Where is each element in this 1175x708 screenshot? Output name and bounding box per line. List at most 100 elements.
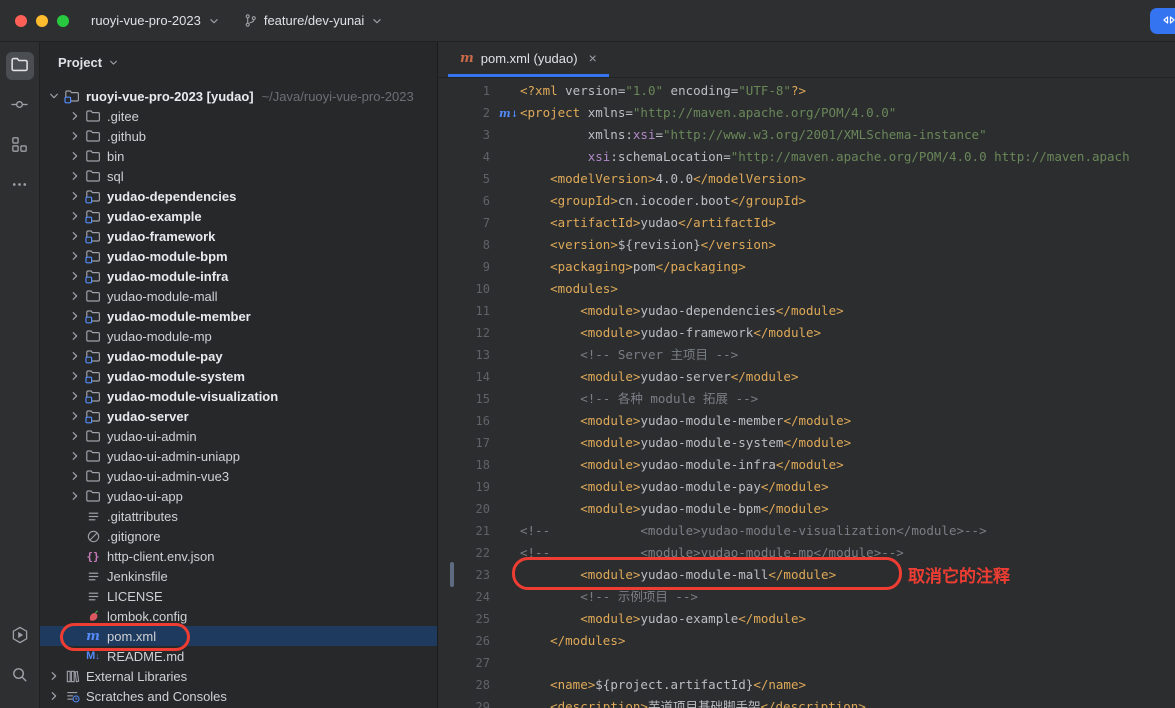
code-line-18[interactable]: 18 <module>yudao-module-infra</module>	[438, 454, 1175, 476]
code-line-13[interactable]: 13 <!-- Server 主项目 -->	[438, 344, 1175, 366]
more-tool-button[interactable]	[6, 172, 34, 200]
tree-item-pom-xml[interactable]: mpom.xml	[40, 626, 437, 646]
code-line-26[interactable]: 26 </modules>	[438, 630, 1175, 652]
code-line-28[interactable]: 28 <name>${project.artifactId}</name>	[438, 674, 1175, 696]
tree-item-yudao-example[interactable]: yudao-example	[40, 206, 437, 226]
line-number: 19	[438, 476, 490, 498]
code-line-19[interactable]: 19 <module>yudao-module-pay</module>	[438, 476, 1175, 498]
code-line-3[interactable]: 3 xmlns:xsi="http://www.w3.org/2001/XMLS…	[438, 124, 1175, 146]
search-tool-button[interactable]	[6, 662, 34, 690]
code-line-6[interactable]: 6 <groupId>cn.iocoder.boot</groupId>	[438, 190, 1175, 212]
file-lines-icon	[85, 568, 101, 584]
code-area[interactable]: 1<?xml version="1.0" encoding="UTF-8"?>2…	[438, 78, 1175, 708]
gutter	[490, 80, 520, 102]
tree-item-readme-md[interactable]: M↓README.md	[40, 646, 437, 666]
tree-item-github[interactable]: .github	[40, 126, 437, 146]
git-branch-icon	[243, 13, 258, 28]
code-line-29[interactable]: 29 <description>芋道项目基础脚手架</description>	[438, 696, 1175, 708]
code-line-20[interactable]: 20 <module>yudao-module-bpm</module>	[438, 498, 1175, 520]
tree-item-yudao-module-mall[interactable]: yudao-module-mall	[40, 286, 437, 306]
tree-item-label: yudao-example	[107, 209, 202, 224]
tree-item-external-libraries[interactable]: External Libraries	[40, 666, 437, 686]
tree-item-yudao-server[interactable]: yudao-server	[40, 406, 437, 426]
tree-item-ruoyi-vue-pro-2023-yudao[interactable]: ruoyi-vue-pro-2023 [yudao]~/Java/ruoyi-v…	[40, 86, 437, 106]
close-tab-icon[interactable]: ×	[589, 50, 597, 66]
tree-item-yudao-dependencies[interactable]: yudao-dependencies	[40, 186, 437, 206]
titlebar: ruoyi-vue-pro-2023 feature/dev-yunai	[0, 0, 1175, 42]
code-line-2[interactable]: 2m↓<project xmlns="http://maven.apache.o…	[438, 102, 1175, 124]
code-line-4[interactable]: 4 xsi:schemaLocation="http://maven.apach…	[438, 146, 1175, 168]
line-number: 3	[438, 124, 490, 146]
chevron-right-icon	[67, 188, 83, 204]
project-folder-tool-button[interactable]	[6, 52, 34, 80]
chevron-right-icon	[67, 468, 83, 484]
chevron-right-icon	[67, 228, 83, 244]
tree-item-yudao-ui-app[interactable]: yudao-ui-app	[40, 486, 437, 506]
module-folder-icon	[85, 188, 101, 204]
code-line-9[interactable]: 9 <packaging>pom</packaging>	[438, 256, 1175, 278]
gutter	[490, 454, 520, 476]
code-line-12[interactable]: 12 <module>yudao-framework</module>	[438, 322, 1175, 344]
tree-item-label: sql	[107, 169, 124, 184]
project-panel-header[interactable]: Project	[40, 42, 437, 82]
project-selector[interactable]: ruoyi-vue-pro-2023	[91, 13, 221, 28]
fullscreen-window-button[interactable]	[57, 15, 69, 27]
tree-item-yudao-module-bpm[interactable]: yudao-module-bpm	[40, 246, 437, 266]
code-line-23[interactable]: 23 <module>yudao-module-mall</module>	[438, 564, 1175, 586]
commit-tool-button[interactable]	[6, 92, 34, 120]
code-line-16[interactable]: 16 <module>yudao-module-member</module>	[438, 410, 1175, 432]
code-line-24[interactable]: 24 <!-- 示例项目 -->	[438, 586, 1175, 608]
editor-tab-pom-xml[interactable]: m pom.xml (yudao) ×	[448, 42, 609, 77]
minimize-window-button[interactable]	[36, 15, 48, 27]
tree-item-jenkinsfile[interactable]: Jenkinsfile	[40, 566, 437, 586]
run-tool-button[interactable]	[6, 622, 34, 650]
tree-item-yudao-ui-admin-uniapp[interactable]: yudao-ui-admin-uniapp	[40, 446, 437, 466]
tree-item-gitignore[interactable]: .gitignore	[40, 526, 437, 546]
code-line-21[interactable]: 21<!-- <module>yudao-module-visualizatio…	[438, 520, 1175, 542]
gutter	[490, 476, 520, 498]
branch-selector[interactable]: feature/dev-yunai	[243, 13, 384, 28]
code-line-27[interactable]: 27	[438, 652, 1175, 674]
code-with-me-button[interactable]	[1150, 8, 1175, 34]
code-line-15[interactable]: 15 <!-- 各种 module 拓展 -->	[438, 388, 1175, 410]
tree-item-sql[interactable]: sql	[40, 166, 437, 186]
tree-item-lombok-config[interactable]: lombok.config	[40, 606, 437, 626]
tree-item-scratches-and-consoles[interactable]: Scratches and Consoles	[40, 686, 437, 706]
chevron-right-icon	[67, 488, 83, 504]
tree-item-yudao-module-member[interactable]: yudao-module-member	[40, 306, 437, 326]
tree-item-label: yudao-module-mp	[107, 329, 212, 344]
tree-item-yudao-module-mp[interactable]: yudao-module-mp	[40, 326, 437, 346]
line-number: 16	[438, 410, 490, 432]
code-line-14[interactable]: 14 <module>yudao-server</module>	[438, 366, 1175, 388]
tree-item-http-client-env-json[interactable]: {}http-client.env.json	[40, 546, 437, 566]
code-line-22[interactable]: 22<!-- <module>yudao-module-mp</module>-…	[438, 542, 1175, 564]
structure-tool-button[interactable]	[6, 132, 34, 160]
tree-item-yudao-ui-admin[interactable]: yudao-ui-admin	[40, 426, 437, 446]
line-number: 5	[438, 168, 490, 190]
tree-item-yudao-module-pay[interactable]: yudao-module-pay	[40, 346, 437, 366]
close-window-button[interactable]	[15, 15, 27, 27]
code-line-7[interactable]: 7 <artifactId>yudao</artifactId>	[438, 212, 1175, 234]
gutter	[490, 300, 520, 322]
code-line-25[interactable]: 25 <module>yudao-example</module>	[438, 608, 1175, 630]
tree-item-gitattributes[interactable]: .gitattributes	[40, 506, 437, 526]
code-line-1[interactable]: 1<?xml version="1.0" encoding="UTF-8"?>	[438, 80, 1175, 102]
module-folder-icon	[85, 228, 101, 244]
code-line-17[interactable]: 17 <module>yudao-module-system</module>	[438, 432, 1175, 454]
code-line-8[interactable]: 8 <version>${revision}</version>	[438, 234, 1175, 256]
tree-item-yudao-module-system[interactable]: yudao-module-system	[40, 366, 437, 386]
tree-item-yudao-module-visualization[interactable]: yudao-module-visualization	[40, 386, 437, 406]
tree-item-yudao-ui-admin-vue3[interactable]: yudao-ui-admin-vue3	[40, 466, 437, 486]
folder-icon	[85, 468, 101, 484]
gutter: m↓	[490, 102, 520, 124]
gutter	[490, 322, 520, 344]
code-line-10[interactable]: 10 <modules>	[438, 278, 1175, 300]
tree-item-yudao-framework[interactable]: yudao-framework	[40, 226, 437, 246]
tree-item-label: Scratches and Consoles	[86, 689, 227, 704]
tree-item-gitee[interactable]: .gitee	[40, 106, 437, 126]
code-line-11[interactable]: 11 <module>yudao-dependencies</module>	[438, 300, 1175, 322]
code-line-5[interactable]: 5 <modelVersion>4.0.0</modelVersion>	[438, 168, 1175, 190]
tree-item-bin[interactable]: bin	[40, 146, 437, 166]
tree-item-yudao-module-infra[interactable]: yudao-module-infra	[40, 266, 437, 286]
tree-item-license[interactable]: LICENSE	[40, 586, 437, 606]
